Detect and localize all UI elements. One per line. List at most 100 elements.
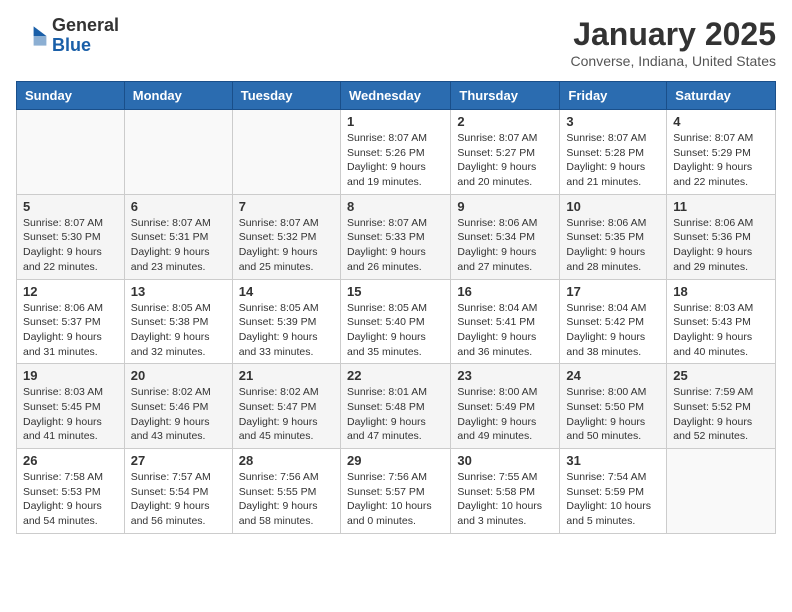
location-subtitle: Converse, Indiana, United States — [571, 53, 776, 69]
calendar-cell: 14 Sunrise: 8:05 AMSunset: 5:39 PMDayligh… — [232, 279, 340, 364]
calendar-cell: 17 Sunrise: 8:04 AMSunset: 5:42 PMDayligh… — [560, 279, 667, 364]
day-number: 18 — [673, 284, 769, 299]
day-number: 9 — [457, 199, 553, 214]
day-number: 29 — [347, 453, 444, 468]
day-number: 22 — [347, 368, 444, 383]
day-number: 7 — [239, 199, 334, 214]
logo-general-text: General — [52, 16, 119, 36]
calendar-cell — [124, 110, 232, 195]
calendar-cell: 3Sunrise: 8:07 AMSunset: 5:28 PMDaylight… — [560, 110, 667, 195]
day-info: Sunrise: 8:03 AMSunset: 5:45 PMDaylight:… — [23, 385, 118, 444]
calendar-week-row: 19Sunrise: 8:03 AMSunset: 5:45 PMDayligh… — [17, 364, 776, 449]
day-info: Sunrise: 7:58 AMSunset: 5:53 PMDaylight:… — [23, 470, 118, 529]
day-number: 26 — [23, 453, 118, 468]
day-info: Sunrise: 8:06 AMSunset: 5:36 PMDaylight:… — [673, 216, 769, 275]
calendar-cell: 20 Sunrise: 8:02 AMSunset: 5:46 PMDayligh… — [124, 364, 232, 449]
day-info: Sunrise: 8:07 AMSunset: 5:28 PMDaylight:… — [566, 131, 660, 190]
calendar-cell — [232, 110, 340, 195]
day-info: Sunrise: 8:07 AMSunset: 5:29 PMDaylight:… — [673, 131, 769, 190]
calendar-cell: 13Sunrise: 8:05 AMSunset: 5:38 PMDayligh… — [124, 279, 232, 364]
day-info: Sunrise: 7:57 AMSunset: 5:54 PMDaylight:… — [131, 470, 226, 529]
day-info: Sunrise: 8:00 AMSunset: 5:49 PMDaylight:… — [457, 385, 553, 444]
day-info: Sunrise: 8:05 AMSunset: 5:40 PMDaylight:… — [347, 301, 444, 360]
day-info: Sunrise: 8:07 AMSunset: 5:26 PMDaylight:… — [347, 131, 444, 190]
day-number: 5 — [23, 199, 118, 214]
day-info: Sunrise: 8:02 AMSunset: 5:46 PMDaylight:… — [131, 385, 226, 444]
calendar-cell: 15 Sunrise: 8:05 AMSunset: 5:40 PMDayligh… — [340, 279, 450, 364]
day-info: Sunrise: 8:04 AMSunset: 5:42 PMDaylight:… — [566, 301, 660, 360]
day-info: Sunrise: 8:07 AMSunset: 5:32 PMDaylight:… — [239, 216, 334, 275]
day-number: 4 — [673, 114, 769, 129]
day-number: 15 — [347, 284, 444, 299]
calendar-week-row: 26 Sunrise: 7:58 AMSunset: 5:53 PMDayligh… — [17, 449, 776, 534]
weekday-header: Friday — [560, 82, 667, 110]
calendar-cell: 23 Sunrise: 8:00 AMSunset: 5:49 PMDayligh… — [451, 364, 560, 449]
day-number: 14 — [239, 284, 334, 299]
calendar-cell: 10Sunrise: 8:06 AMSunset: 5:35 PMDayligh… — [560, 194, 667, 279]
day-info: Sunrise: 7:56 AMSunset: 5:57 PMDaylight:… — [347, 470, 444, 529]
calendar-cell: 7 Sunrise: 8:07 AMSunset: 5:32 PMDaylight… — [232, 194, 340, 279]
calendar-cell: 9 Sunrise: 8:06 AMSunset: 5:34 PMDaylight… — [451, 194, 560, 279]
calendar-cell: 22Sunrise: 8:01 AMSunset: 5:48 PMDayligh… — [340, 364, 450, 449]
day-number: 24 — [566, 368, 660, 383]
logo-icon — [16, 20, 48, 52]
calendar-cell: 24 Sunrise: 8:00 AMSunset: 5:50 PMDayligh… — [560, 364, 667, 449]
title-block: January 2025 Converse, Indiana, United S… — [571, 16, 776, 69]
day-number: 17 — [566, 284, 660, 299]
calendar-cell — [17, 110, 125, 195]
day-info: Sunrise: 8:07 AMSunset: 5:31 PMDaylight:… — [131, 216, 226, 275]
calendar-cell: 16 Sunrise: 8:04 AMSunset: 5:41 PMDayligh… — [451, 279, 560, 364]
weekday-header: Monday — [124, 82, 232, 110]
weekday-header: Saturday — [667, 82, 776, 110]
calendar-cell: 30 Sunrise: 7:55 AMSunset: 5:58 PMDayligh… — [451, 449, 560, 534]
day-number: 28 — [239, 453, 334, 468]
month-title: January 2025 — [571, 16, 776, 53]
calendar-week-row: 5 Sunrise: 8:07 AMSunset: 5:30 PMDaylight… — [17, 194, 776, 279]
logo-blue-text: Blue — [52, 36, 119, 56]
day-info: Sunrise: 8:04 AMSunset: 5:41 PMDaylight:… — [457, 301, 553, 360]
weekday-header: Sunday — [17, 82, 125, 110]
weekday-header-row: SundayMondayTuesdayWednesdayThursdayFrid… — [17, 82, 776, 110]
day-info: Sunrise: 8:05 AMSunset: 5:38 PMDaylight:… — [131, 301, 226, 360]
day-info: Sunrise: 7:56 AMSunset: 5:55 PMDaylight:… — [239, 470, 334, 529]
day-info: Sunrise: 8:03 AMSunset: 5:43 PMDaylight:… — [673, 301, 769, 360]
calendar-cell: 12 Sunrise: 8:06 AMSunset: 5:37 PMDayligh… — [17, 279, 125, 364]
day-info: Sunrise: 7:54 AMSunset: 5:59 PMDaylight:… — [566, 470, 660, 529]
calendar-table: SundayMondayTuesdayWednesdayThursdayFrid… — [16, 81, 776, 534]
day-number: 20 — [131, 368, 226, 383]
day-number: 27 — [131, 453, 226, 468]
day-number: 30 — [457, 453, 553, 468]
day-number: 25 — [673, 368, 769, 383]
calendar-cell: 2Sunrise: 8:07 AMSunset: 5:27 PMDaylight… — [451, 110, 560, 195]
day-info: Sunrise: 8:06 AMSunset: 5:34 PMDaylight:… — [457, 216, 553, 275]
day-info: Sunrise: 7:55 AMSunset: 5:58 PMDaylight:… — [457, 470, 553, 529]
calendar-week-row: 12 Sunrise: 8:06 AMSunset: 5:37 PMDayligh… — [17, 279, 776, 364]
calendar-cell: 1 Sunrise: 8:07 AMSunset: 5:26 PMDaylight… — [340, 110, 450, 195]
day-number: 12 — [23, 284, 118, 299]
day-info: Sunrise: 8:07 AMSunset: 5:30 PMDaylight:… — [23, 216, 118, 275]
day-number: 21 — [239, 368, 334, 383]
calendar-cell: 19Sunrise: 8:03 AMSunset: 5:45 PMDayligh… — [17, 364, 125, 449]
weekday-header: Thursday — [451, 82, 560, 110]
day-info: Sunrise: 7:59 AMSunset: 5:52 PMDaylight:… — [673, 385, 769, 444]
day-info: Sunrise: 8:05 AMSunset: 5:39 PMDaylight:… — [239, 301, 334, 360]
calendar-cell: 29 Sunrise: 7:56 AMSunset: 5:57 PMDayligh… — [340, 449, 450, 534]
day-number: 10 — [566, 199, 660, 214]
day-number: 8 — [347, 199, 444, 214]
weekday-header: Tuesday — [232, 82, 340, 110]
page-header: General Blue January 2025 Converse, Indi… — [16, 16, 776, 69]
day-number: 16 — [457, 284, 553, 299]
day-number: 2 — [457, 114, 553, 129]
logo: General Blue — [16, 16, 119, 56]
day-number: 1 — [347, 114, 444, 129]
day-number: 31 — [566, 453, 660, 468]
day-info: Sunrise: 8:06 AMSunset: 5:37 PMDaylight:… — [23, 301, 118, 360]
calendar-cell: 31 Sunrise: 7:54 AMSunset: 5:59 PMDayligh… — [560, 449, 667, 534]
day-number: 23 — [457, 368, 553, 383]
calendar-cell: 5 Sunrise: 8:07 AMSunset: 5:30 PMDaylight… — [17, 194, 125, 279]
calendar-cell: 11Sunrise: 8:06 AMSunset: 5:36 PMDayligh… — [667, 194, 776, 279]
calendar-cell: 4 Sunrise: 8:07 AMSunset: 5:29 PMDaylight… — [667, 110, 776, 195]
calendar-cell: 25 Sunrise: 7:59 AMSunset: 5:52 PMDayligh… — [667, 364, 776, 449]
day-info: Sunrise: 8:00 AMSunset: 5:50 PMDaylight:… — [566, 385, 660, 444]
day-number: 6 — [131, 199, 226, 214]
